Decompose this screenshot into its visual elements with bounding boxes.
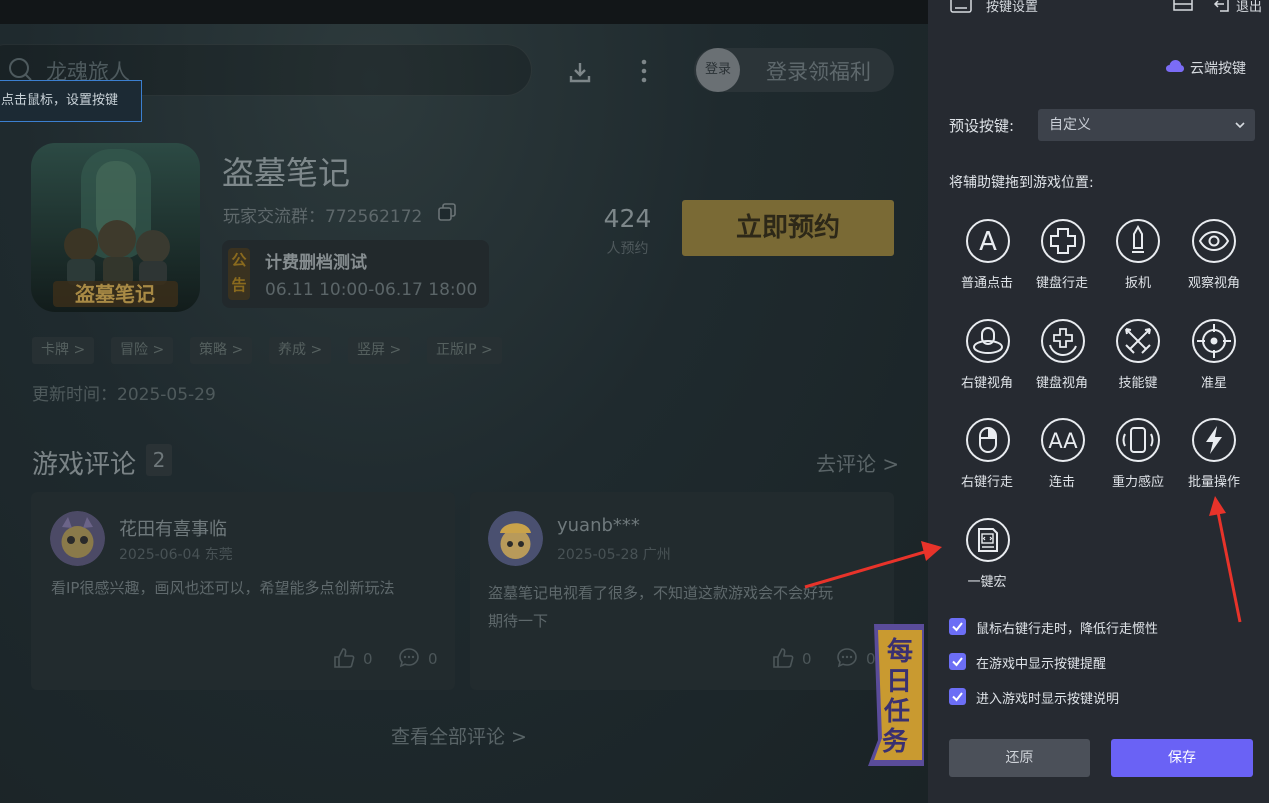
tag-portrait[interactable]: 竖屏 > — [348, 337, 411, 364]
key-label-batch-operation: 批量操作 — [1187, 475, 1240, 490]
key-label-one-click-macro: 一键宏 — [967, 575, 1007, 590]
reservation-count: 424 — [603, 204, 652, 233]
key-label-right-click-view: 右键视角 — [960, 376, 1013, 391]
double-a-icon[interactable]: AA — [1040, 417, 1086, 463]
reservation-label: 人预约 — [606, 241, 649, 257]
reserve-button[interactable]: 立即预约 — [682, 200, 894, 256]
svg-text:盗墓笔记: 盗墓笔记 — [75, 282, 155, 306]
player-group-number: 玩家交流群：772562172 — [223, 207, 423, 227]
chevron-down-icon[interactable] — [1233, 118, 1247, 132]
option-show-key-hints[interactable]: 在游戏中显示按键提醒 — [976, 653, 1106, 672]
key-label-trigger: 扳机 — [1124, 276, 1151, 291]
cloud-keys-button[interactable]: 云端按键 — [1190, 58, 1246, 78]
reviews-title: 游戏评论 — [32, 450, 137, 480]
keyboard-rotate-icon[interactable] — [1040, 318, 1086, 364]
top-bar — [0, 0, 928, 24]
mouse-icon[interactable] — [965, 417, 1011, 463]
more-vertical-icon[interactable] — [636, 58, 652, 84]
comment-icon[interactable] — [398, 647, 420, 669]
script-icon[interactable] — [965, 517, 1011, 563]
comment-count: 0 — [428, 650, 438, 668]
like-icon[interactable] — [772, 647, 794, 669]
copy-icon[interactable] — [438, 203, 456, 221]
like-icon[interactable] — [333, 647, 355, 669]
login-avatar[interactable]: 登录 — [696, 48, 740, 92]
daily-task-char: 每 — [887, 636, 913, 667]
checkbox-reduce-inertia[interactable] — [949, 618, 966, 635]
mouse-rotate-icon[interactable] — [965, 318, 1011, 364]
game-title: 盗墓笔记 — [222, 154, 351, 192]
login-rewards-label[interactable]: 登录领福利 — [766, 56, 871, 86]
daily-task-char: 务 — [882, 727, 908, 757]
key-label-gravity-sensor: 重力感应 — [1111, 475, 1164, 490]
tag-strategy[interactable]: 策略 > — [190, 337, 253, 364]
set-key-tooltip: 点击鼠标，设置按键 — [0, 80, 142, 122]
daily-task-badge[interactable]: 每 日 任 务 — [864, 620, 928, 770]
keyboard-icon — [950, 0, 972, 13]
review-text: 盗墓笔记电视看了很多，不知道这款游戏会不会好玩 — [488, 584, 834, 602]
game-cover-image: 盗墓笔记 — [31, 143, 200, 312]
key-label-keyboard-view: 键盘视角 — [1035, 376, 1088, 391]
reviews-count-badge: 2 — [146, 444, 172, 476]
checkbox-show-key-guide[interactable] — [949, 688, 966, 705]
letter-a-icon[interactable]: A — [965, 218, 1011, 264]
comment-icon[interactable] — [836, 647, 858, 669]
key-label-combo: 连击 — [1048, 475, 1075, 490]
exit-icon[interactable] — [1213, 0, 1231, 13]
lightning-icon[interactable] — [1191, 417, 1237, 463]
review-username[interactable]: 花田有喜事临 — [119, 515, 227, 541]
layout-toggle-icon[interactable] — [1173, 0, 1193, 14]
tag-official-ip[interactable]: 正版IP > — [427, 337, 502, 364]
view-all-reviews-link[interactable]: 查看全部评论 > — [391, 722, 527, 749]
preset-label: 预设按键: — [949, 117, 1015, 135]
user-avatar[interactable] — [488, 511, 543, 566]
option-reduce-inertia[interactable]: 鼠标右键行走时，降低行走惯性 — [976, 618, 1158, 637]
announcement-time: 06.11 10:00-06.17 18:00 — [265, 280, 478, 300]
eye-icon[interactable] — [1191, 218, 1237, 264]
tag-cultivation[interactable]: 养成 > — [269, 337, 332, 364]
review-text: 看IP很感兴趣，画风也还可以，希望能多点创新玩法 — [51, 579, 395, 597]
review-date: 2025-05-28 广州 — [557, 547, 671, 563]
key-label-crosshair: 准星 — [1200, 376, 1227, 391]
save-button[interactable]: 保存 — [1111, 739, 1253, 777]
user-avatar[interactable] — [50, 511, 105, 566]
svg-text:AA: AA — [1048, 429, 1078, 453]
review-username[interactable]: yuanb*** — [557, 515, 640, 536]
like-count: 0 — [363, 650, 373, 668]
svg-text:A: A — [979, 227, 997, 257]
checkbox-show-key-hints[interactable] — [949, 653, 966, 670]
cloud-icon[interactable] — [1165, 59, 1185, 73]
daily-task-char: 任 — [883, 697, 910, 727]
key-label-tap: 普通点击 — [960, 276, 1013, 291]
key-label-observe-view: 观察视角 — [1187, 276, 1240, 291]
exit-button[interactable]: 退出 — [1236, 0, 1262, 15]
review-date: 2025-06-04 东莞 — [119, 547, 233, 563]
update-time: 更新时间：2025-05-29 — [32, 385, 216, 405]
dpad-cross-icon[interactable] — [1040, 218, 1086, 264]
crosshair-icon[interactable] — [1191, 318, 1237, 364]
panel-title: 按键设置 — [986, 0, 1039, 15]
key-label-keyboard-walk: 键盘行走 — [1035, 276, 1088, 291]
tag-adventure[interactable]: 冒险 > — [111, 337, 174, 364]
crossed-swords-icon[interactable] — [1115, 318, 1161, 364]
restore-button[interactable]: 还原 — [949, 739, 1090, 777]
write-review-link[interactable]: 去评论 > — [816, 448, 899, 477]
daily-task-char: 日 — [886, 667, 912, 697]
review-text: 期待一下 — [488, 612, 549, 630]
trigger-icon[interactable] — [1115, 218, 1161, 264]
like-count: 0 — [802, 650, 812, 668]
announcement-title: 计费删档测试 — [265, 253, 367, 273]
preset-select[interactable]: 自定义 — [1038, 109, 1255, 141]
tag-card[interactable]: 卡牌 > — [32, 337, 95, 364]
download-icon[interactable] — [568, 60, 592, 84]
drag-hint: 将辅助键拖到游戏位置: — [949, 175, 1094, 191]
option-show-key-guide[interactable]: 进入游戏时显示按键说明 — [976, 688, 1119, 707]
phone-tilt-icon[interactable] — [1115, 417, 1161, 463]
key-label-skill: 技能键 — [1118, 376, 1158, 391]
announcement-badge: 公告 — [228, 248, 250, 300]
key-label-right-click-walk: 右键行走 — [960, 475, 1013, 490]
